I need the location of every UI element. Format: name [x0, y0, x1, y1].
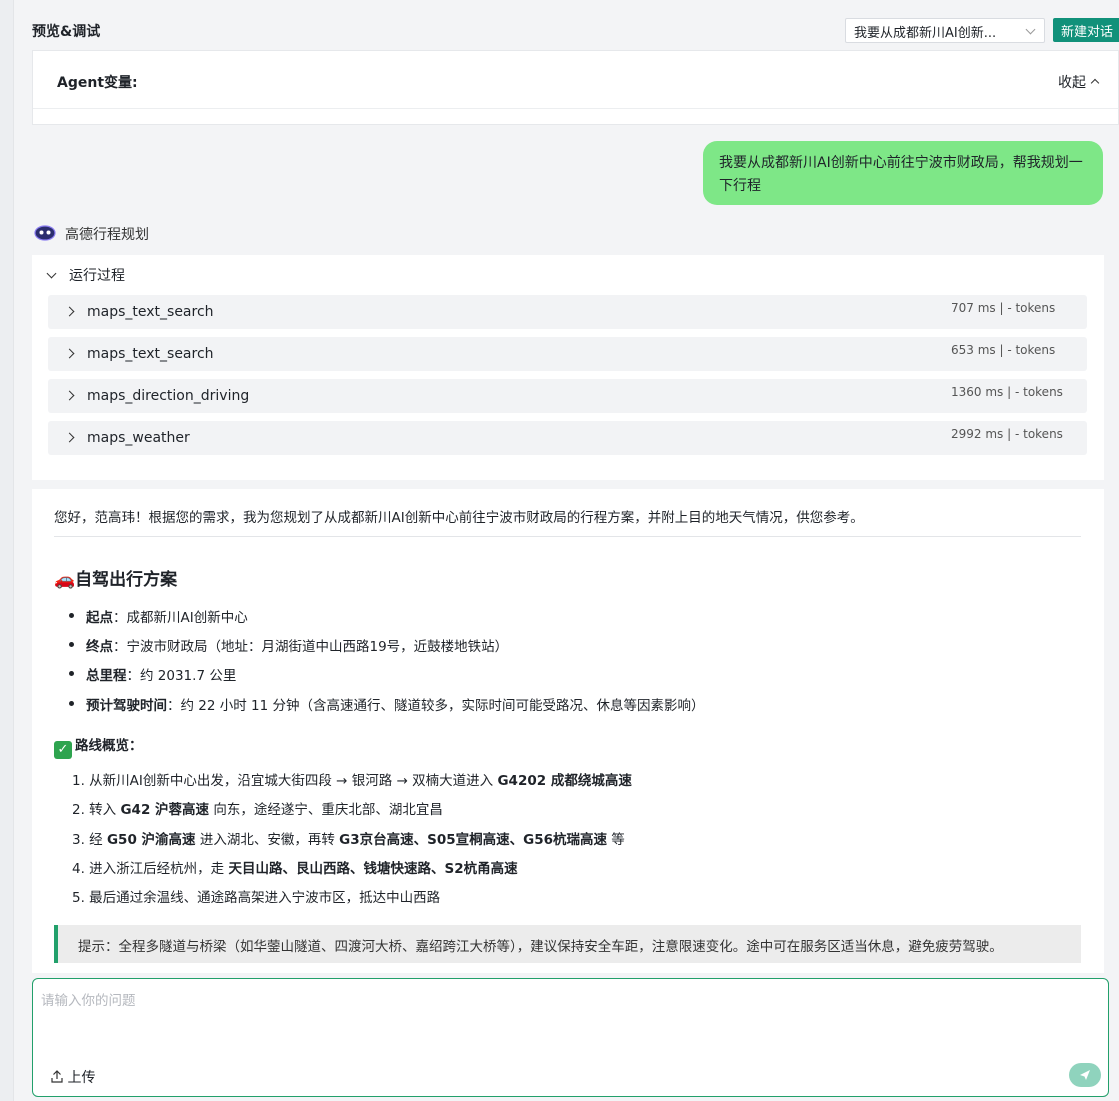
- route-step-text: 5. 最后通过余温线、通途路高架进入宁波市区，抵达中山西路: [72, 890, 441, 906]
- tool-step-row[interactable]: maps_direction_driving 1360 ms | - token…: [48, 379, 1087, 413]
- bullet-text: ：成都新川AI创新中心: [113, 610, 248, 626]
- bot-avatar-icon: [34, 225, 56, 241]
- agent-vars-panel: Agent变量: 收起: [32, 50, 1119, 125]
- bullet-label: 预计驾驶时间: [86, 698, 167, 714]
- collapse-toggle[interactable]: 收起: [1058, 72, 1100, 92]
- list-item: 总里程：约 2031.7 公里: [68, 664, 237, 684]
- bot-name: 高德行程规划: [65, 227, 149, 243]
- route-step: 2. 转入 G42 沪蓉高速 向东，途经遂宁、重庆北部、湖北宜昌: [72, 798, 443, 818]
- chevron-up-icon: [1090, 78, 1100, 88]
- tool-step-meta: 653 ms | - tokens: [951, 343, 1056, 357]
- list-item: 预计驾驶时间：约 22 小时 11 分钟（含高速通行、隧道较多，实际时间可能受路…: [69, 694, 705, 714]
- route-step-text: 4. 进入浙江后经杭州，走: [72, 861, 229, 877]
- route-step-text: 等: [607, 832, 625, 848]
- route-step-highlight: G50 沪渝高速: [106, 832, 196, 848]
- collapse-label: 收起: [1058, 75, 1086, 91]
- chevron-right-icon: [64, 348, 75, 359]
- check-icon: ✓: [54, 741, 72, 759]
- tool-step-meta: 1360 ms | - tokens: [951, 385, 1063, 399]
- tool-step-row[interactable]: maps_weather 2992 ms | - tokens: [48, 421, 1087, 455]
- chat-input[interactable]: [41, 989, 1099, 1049]
- agent-vars-label: Agent变量:: [57, 75, 138, 91]
- conversation-select[interactable]: 我要从成都新川AI创新...: [845, 18, 1045, 43]
- route-step-highlight: G4202 成都绕城高速: [497, 773, 632, 789]
- divider: [54, 536, 1081, 537]
- tool-step-row[interactable]: maps_text_search 707 ms | - tokens: [48, 295, 1087, 329]
- upload-button[interactable]: 上传: [51, 1067, 95, 1087]
- bullet-text: ：宁波市财政局（地址：月湖街道中山西路19号，近鼓楼地铁站）: [113, 639, 509, 655]
- route-step: 4. 进入浙江后经杭州，走 天目山路、艮山西路、钱塘快速路、S2杭甬高速: [72, 857, 518, 877]
- run-process-panel: 运行过程 maps_text_search 707 ms | - tokens …: [32, 255, 1104, 480]
- route-step-highlight: 天目山路、艮山西路、钱塘快速路、S2杭甬高速: [228, 861, 518, 877]
- chevron-right-icon: [64, 390, 75, 401]
- divider: [33, 108, 1118, 109]
- section-title: 🚗自驾出行方案: [54, 570, 178, 590]
- tool-step-name: maps_text_search: [87, 346, 214, 362]
- upload-icon: [51, 1070, 63, 1083]
- tool-step-meta: 2992 ms | - tokens: [951, 427, 1063, 441]
- overview-title: ✓ 路线概览：: [54, 734, 143, 759]
- route-step: 3. 经 G50 沪渝高速 进入湖北、安徽，再转 G3京台高速、S05宣桐高速、…: [72, 828, 625, 848]
- left-sidebar-edge: [0, 0, 14, 1101]
- bullet-text: ：约 22 小时 11 分钟（含高速通行、隧道较多，实际时间可能受路况、休息等因…: [167, 698, 705, 714]
- send-button[interactable]: [1069, 1063, 1101, 1087]
- list-item: 终点：宁波市财政局（地址：月湖街道中山西路19号，近鼓楼地铁站）: [68, 635, 509, 655]
- run-process-title: 运行过程: [69, 268, 125, 284]
- conversation-select-value: 我要从成都新川AI创新...: [854, 26, 997, 41]
- tool-step-name: maps_text_search: [87, 304, 214, 320]
- tool-step-name: maps_direction_driving: [87, 388, 250, 404]
- page-title: 预览&调试: [32, 24, 101, 40]
- user-message-bubble: 我要从成都新川AI创新中心前往宁波市财政局，帮我规划一下行程: [703, 141, 1103, 205]
- bullet-label: 总里程: [86, 668, 127, 684]
- bot-answer: 您好，范高玮！根据您的需求，我为您规划了从成都新川AI创新中心前往宁波市财政局的…: [32, 489, 1104, 973]
- route-step-text: 向东，途经遂宁、重庆北部、湖北宜昌: [209, 802, 443, 818]
- run-process-toggle[interactable]: 运行过程: [46, 265, 125, 285]
- tip-callout: 提示：全程多隧道与桥梁（如华蓥山隧道、四渡河大桥、嘉绍跨江大桥等），建议保持安全…: [54, 925, 1081, 963]
- bullet-text: ：约 2031.7 公里: [126, 668, 237, 684]
- chevron-right-icon: [64, 306, 75, 317]
- route-step: 5. 最后通过余温线、通途路高架进入宁波市区，抵达中山西路: [72, 886, 440, 906]
- tool-step-meta: 707 ms | - tokens: [951, 301, 1056, 315]
- route-step-text: 2. 转入: [72, 802, 121, 818]
- route-step-text: 1. 从新川AI创新中心出发，沿宜城大街四段 → 银河路 → 双楠大道进入: [72, 773, 498, 789]
- answer-intro: 您好，范高玮！根据您的需求，我为您规划了从成都新川AI创新中心前往宁波市财政局的…: [54, 510, 864, 526]
- chevron-down-icon: [46, 268, 57, 279]
- route-step-text: 进入湖北、安徽，再转: [195, 832, 340, 848]
- new-chat-button[interactable]: 新建对话: [1053, 18, 1119, 42]
- bullet-label: 起点: [86, 610, 113, 626]
- route-step-highlight: G42 沪蓉高速: [120, 802, 210, 818]
- list-item: 起点：成都新川AI创新中心: [69, 606, 248, 626]
- bullet-label: 终点: [86, 639, 113, 655]
- upload-label: 上传: [67, 1070, 96, 1086]
- chat-input-box: 上传: [32, 978, 1109, 1097]
- route-step-text: 3. 经: [72, 832, 107, 848]
- tool-step-row[interactable]: maps_text_search 653 ms | - tokens: [48, 337, 1087, 371]
- tool-step-name: maps_weather: [87, 430, 190, 446]
- route-step: 1. 从新川AI创新中心出发，沿宜城大街四段 → 银河路 → 双楠大道进入 G4…: [72, 769, 632, 789]
- send-icon: [1080, 1070, 1090, 1080]
- chevron-right-icon: [64, 432, 75, 443]
- route-step-highlight: G3京台高速、S05宣桐高速、G56杭瑞高速: [339, 832, 607, 848]
- overview-title-text: 路线概览：: [75, 738, 143, 754]
- chevron-down-icon: [1025, 24, 1036, 35]
